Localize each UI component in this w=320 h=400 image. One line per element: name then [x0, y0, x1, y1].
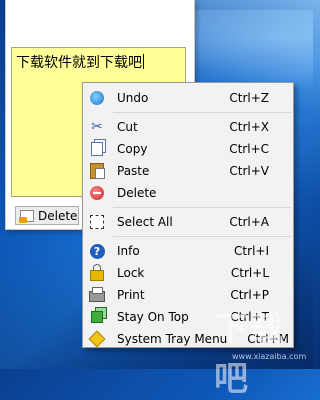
menu-item-cut[interactable]: ✂ Cut Ctrl+X	[83, 116, 293, 138]
select-all-icon	[89, 214, 105, 230]
menu-item-info[interactable]: ? Info Ctrl+I	[83, 240, 293, 262]
delete-note-button[interactable]: Delete	[15, 206, 79, 225]
copy-icon	[89, 141, 105, 157]
watermark-logo: 下载吧	[214, 310, 284, 399]
text-caret	[143, 54, 144, 69]
menu-item-delete[interactable]: Delete	[83, 182, 293, 204]
paste-icon	[89, 163, 105, 179]
menu-item-select-all[interactable]: Select All Ctrl+A	[83, 211, 293, 233]
menu-separator	[113, 112, 291, 113]
tray-icon	[88, 330, 106, 348]
menu-item-copy[interactable]: Copy Ctrl+C	[83, 138, 293, 160]
cut-icon: ✂	[91, 119, 103, 135]
note-text: 下载软件就到下载吧	[16, 55, 142, 71]
delete-icon	[89, 185, 105, 201]
stay-on-top-icon	[89, 309, 105, 325]
undo-icon	[89, 90, 105, 106]
menu-item-paste[interactable]: Paste Ctrl+V	[83, 160, 293, 182]
lock-icon	[89, 264, 105, 281]
menu-separator	[113, 236, 291, 237]
print-icon	[89, 287, 105, 303]
watermark-url: www.xiazaiba.com	[232, 352, 307, 361]
menu-item-lock[interactable]: Lock Ctrl+L	[83, 262, 293, 284]
menu-item-undo[interactable]: Undo Ctrl+Z	[83, 87, 293, 109]
info-icon: ?	[89, 243, 105, 259]
delete-note-label: Delete	[38, 208, 78, 223]
menu-separator	[113, 207, 291, 208]
note-delete-icon	[19, 209, 34, 223]
